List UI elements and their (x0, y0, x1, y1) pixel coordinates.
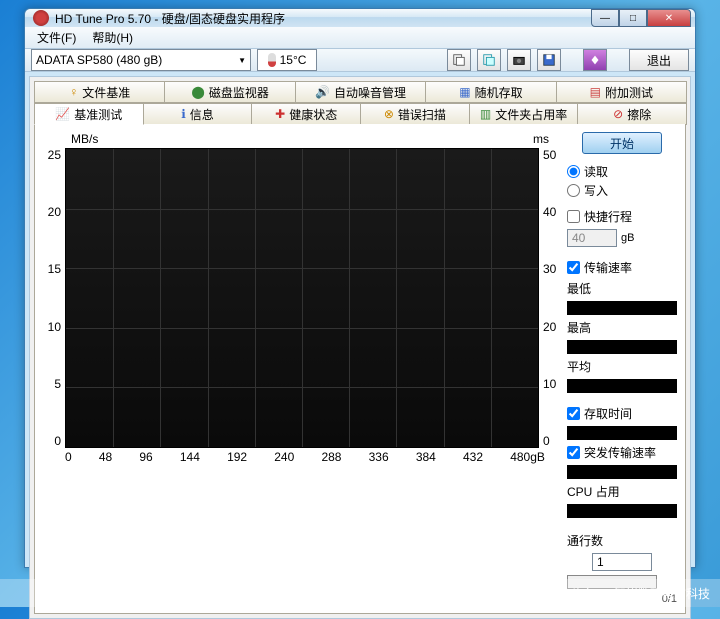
chart-plot (65, 148, 539, 448)
app-window: HD Tune Pro 5.70 - 硬盘/固态硬盘实用程序 — □ ✕ 文件(… (24, 8, 696, 568)
tab-extra-tests[interactable]: ▤附加测试 (556, 81, 687, 103)
short-stroke-checkbox[interactable] (567, 210, 580, 223)
passes-label: 通行数 (567, 532, 677, 549)
tab-erase[interactable]: ⊘擦除 (577, 103, 687, 125)
y-left-unit: MB/s (71, 132, 98, 146)
tab-file-benchmark[interactable]: ♀文件基准 (34, 81, 165, 103)
x-axis: 0 48 96 144 192 240 288 336 384 432 480g… (43, 448, 559, 464)
minimum-value (567, 301, 677, 315)
cpu-usage-value (567, 504, 677, 518)
thermometer-icon (268, 53, 276, 67)
copy-screenshot-button[interactable] (477, 49, 501, 71)
save-button[interactable] (537, 49, 561, 71)
drive-selector[interactable]: ADATA SP580 (480 gB) (31, 49, 251, 71)
access-time-checkbox[interactable] (567, 407, 580, 420)
menu-help[interactable]: 帮助(H) (84, 27, 141, 48)
tab-benchmark[interactable]: 📈基准测试 (34, 103, 144, 125)
minimize-button[interactable]: — (591, 9, 619, 27)
window-controls: — □ ✕ (591, 9, 691, 27)
window-title: HD Tune Pro 5.70 - 硬盘/固态硬盘实用程序 (55, 10, 591, 27)
toolbar: ADATA SP580 (480 gB) 15°C 退出 (25, 49, 695, 72)
side-panel: 开始 读取 写入 快捷行程 40 gB 传输速率 最低 最高 平均 (567, 132, 677, 605)
content-area: ♀文件基准 ⬤磁盘监视器 🔊自动噪音管理 ▦随机存取 ▤附加测试 📈基准测试 ℹ… (29, 76, 691, 619)
average-label: 平均 (567, 358, 677, 375)
screenshot-button[interactable] (507, 49, 531, 71)
read-radio[interactable] (567, 165, 580, 178)
write-radio[interactable] (567, 184, 580, 197)
average-value (567, 379, 677, 393)
temperature-value: 15°C (280, 53, 307, 67)
exit-button[interactable]: 退出 (629, 49, 689, 71)
chart-area: MB/s ms 25 20 15 10 5 0 (43, 132, 559, 605)
maximum-value (567, 340, 677, 354)
menubar: 文件(F) 帮助(H) (25, 27, 695, 49)
burst-rate-checkbox[interactable] (567, 446, 580, 459)
desktop-watermark: 头条 @ 智祥数码电脑科技 (0, 579, 720, 607)
titlebar[interactable]: HD Tune Pro 5.70 - 硬盘/固态硬盘实用程序 — □ ✕ (25, 9, 695, 27)
passes-spinner[interactable]: 1 (592, 553, 652, 571)
access-time-value (567, 426, 677, 440)
tab-health[interactable]: ✚健康状态 (251, 103, 361, 125)
tab-aam[interactable]: 🔊自动噪音管理 (295, 81, 426, 103)
mode-radio-group: 读取 写入 (567, 158, 677, 204)
copy-info-button[interactable] (447, 49, 471, 71)
options-button[interactable] (583, 49, 607, 71)
tab-content: MB/s ms 25 20 15 10 5 0 (34, 124, 686, 614)
transfer-rate-checkbox[interactable] (567, 261, 580, 274)
tab-info[interactable]: ℹ信息 (143, 103, 253, 125)
tab-random-access[interactable]: ▦随机存取 (425, 81, 556, 103)
short-stroke-spinner[interactable]: 40 (567, 229, 617, 247)
temperature-display: 15°C (257, 49, 317, 71)
menu-file[interactable]: 文件(F) (29, 27, 84, 48)
cpu-usage-label: CPU 占用 (567, 483, 677, 500)
maximum-label: 最高 (567, 319, 677, 336)
start-button[interactable]: 开始 (582, 132, 662, 154)
tab-row-2: 📈基准测试 ℹ信息 ✚健康状态 ⊗错误扫描 ▥文件夹占用率 ⊘擦除 (34, 103, 686, 125)
y-axis-left: 25 20 15 10 5 0 (43, 148, 65, 448)
short-stroke-unit: gB (621, 232, 634, 244)
y-axis-right: 50 40 30 20 10 0 (539, 148, 559, 448)
tab-row-1: ♀文件基准 ⬤磁盘监视器 🔊自动噪音管理 ▦随机存取 ▤附加测试 (34, 81, 686, 103)
burst-rate-value (567, 465, 677, 479)
maximize-button[interactable]: □ (619, 9, 647, 27)
tab-disk-monitor[interactable]: ⬤磁盘监视器 (164, 81, 295, 103)
y-right-unit: ms (533, 132, 549, 146)
tab-error-scan[interactable]: ⊗错误扫描 (360, 103, 470, 125)
drive-selected-text: ADATA SP580 (480 gB) (36, 53, 162, 67)
close-button[interactable]: ✕ (647, 9, 691, 27)
tab-folder-usage[interactable]: ▥文件夹占用率 (469, 103, 579, 125)
minimum-label: 最低 (567, 280, 677, 297)
app-icon (33, 10, 49, 26)
